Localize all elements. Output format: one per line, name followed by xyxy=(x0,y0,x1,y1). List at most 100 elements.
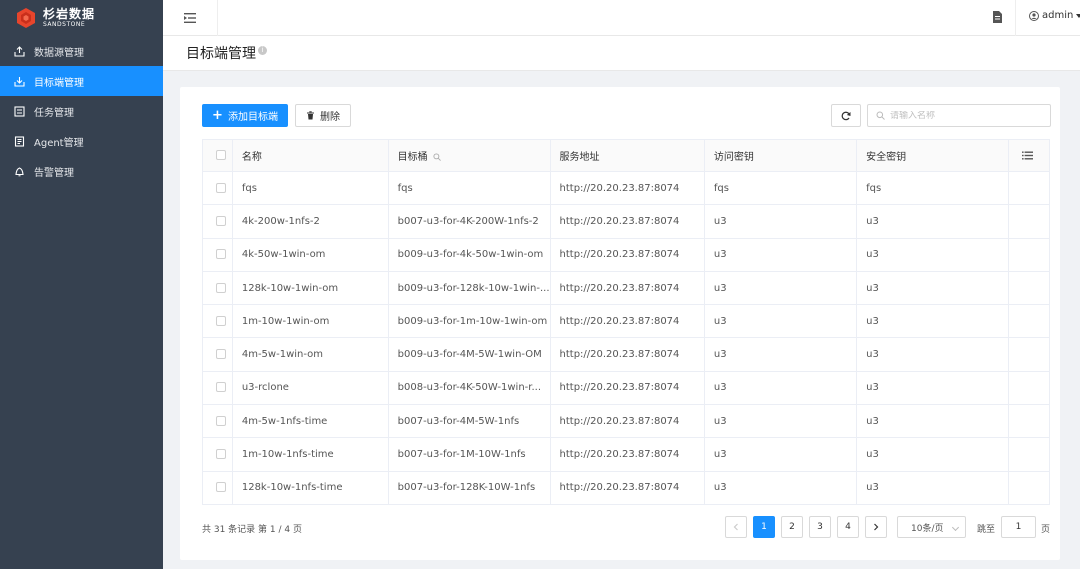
page-button-1[interactable]: 1 xyxy=(753,516,775,538)
cell-bucket: b007-u3-for-1M-10W-1nfs xyxy=(388,437,551,472)
sidebar-item-3[interactable]: Agent管理 xyxy=(0,126,163,156)
column-header-bucket: 目标桶 xyxy=(388,139,551,172)
cell-address: http://20.20.23.87:8074 xyxy=(550,304,705,339)
cell-address: http://20.20.23.87:8074 xyxy=(550,404,705,439)
row-checkbox[interactable] xyxy=(216,349,226,360)
chevron-left-icon xyxy=(733,523,738,531)
cell-actions xyxy=(1008,271,1050,306)
alarm-bell-icon xyxy=(14,166,25,177)
name-search-box[interactable] xyxy=(867,104,1051,127)
cell-name: u3-rclone xyxy=(232,371,389,406)
cell-address: http://20.20.23.87:8074 xyxy=(550,271,705,306)
row-checkbox[interactable] xyxy=(216,415,226,426)
menu-fold-icon[interactable] xyxy=(183,11,197,25)
brand-logo[interactable]: 杉岩数据 SANDSTONE xyxy=(0,0,163,36)
page-button-3[interactable]: 3 xyxy=(809,516,831,538)
page-size-select[interactable]: 10条/页 xyxy=(897,516,966,538)
agent-document-icon xyxy=(14,135,25,147)
cell-name: fqs xyxy=(232,171,389,206)
table-row[interactable]: fqs fqs http://20.20.23.87:8074 fqs fqs xyxy=(202,171,1050,206)
row-checkbox[interactable] xyxy=(216,382,226,393)
row-checkbox[interactable] xyxy=(216,249,226,260)
top-header: admin xyxy=(163,0,1080,36)
cell-secret-key: u3 xyxy=(856,271,1010,306)
cell-access-key: fqs xyxy=(704,171,858,206)
header-divider xyxy=(1015,0,1016,36)
cell-name: 4m-5w-1win-om xyxy=(232,337,389,372)
table-row[interactable]: 4k-50w-1win-om b009-u3-for-4k-50w-1win-om… xyxy=(202,238,1050,272)
add-target-label: 添加目标端 xyxy=(227,112,278,123)
cell-bucket: b009-u3-for-1m-10w-1win-om xyxy=(388,304,551,339)
sidebar-item-4[interactable]: 告警管理 xyxy=(0,156,163,186)
cell-actions xyxy=(1008,238,1050,272)
table-row[interactable]: 4m-5w-1nfs-time b007-u3-for-4M-5W-1nfs htt… xyxy=(202,404,1050,439)
user-menu[interactable]: admin xyxy=(1029,10,1080,21)
table-row[interactable]: 4k-200w-1nfs-2 b007-u3-for-4K-200W-1nfs-2… xyxy=(202,204,1050,239)
cell-address: http://20.20.23.87:8074 xyxy=(550,471,705,505)
search-icon xyxy=(876,111,885,120)
cell-secret-key: u3 xyxy=(856,337,1010,372)
column-settings-icon[interactable] xyxy=(1022,151,1034,160)
table-row[interactable]: 4m-5w-1win-om b009-u3-for-4M-5W-1win-OM ht… xyxy=(202,337,1050,372)
prev-page-button[interactable] xyxy=(725,516,747,538)
sidebar-item-2[interactable]: 任务管理 xyxy=(0,96,163,126)
jump-page-input[interactable] xyxy=(1001,516,1036,538)
row-checkbox[interactable] xyxy=(216,282,226,293)
cell-access-key: u3 xyxy=(704,404,858,439)
cell-name: 4m-5w-1nfs-time xyxy=(232,404,389,439)
chevron-down-icon xyxy=(951,523,960,532)
select-all-checkbox[interactable] xyxy=(216,150,226,160)
table-row[interactable]: u3-rclone b008-u3-for-4K-50W-1win-r... htt… xyxy=(202,371,1050,406)
page-button-4[interactable]: 4 xyxy=(837,516,859,538)
sidebar-item-label: 告警管理 xyxy=(34,167,74,179)
cell-bucket: fqs xyxy=(388,171,551,206)
cell-address: http://20.20.23.87:8074 xyxy=(550,337,705,372)
sidebar: 杉岩数据 SANDSTONE 数据源管理目标端管理 任务管理 Agent管理 告警管理 xyxy=(0,0,163,569)
row-checkbox[interactable] xyxy=(216,215,226,226)
cell-actions xyxy=(1008,337,1050,372)
sidebar-item-label: Agent管理 xyxy=(34,137,84,149)
row-checkbox[interactable] xyxy=(216,182,226,193)
sidebar-item-1[interactable]: 目标端管理 xyxy=(0,66,163,96)
chevron-right-icon xyxy=(874,523,879,531)
sidebar-item-label: 数据源管理 xyxy=(34,47,84,59)
filter-search-icon[interactable] xyxy=(433,153,441,161)
cell-access-key: u3 xyxy=(704,371,858,406)
cell-name: 4k-50w-1win-om xyxy=(232,238,389,272)
cell-address: http://20.20.23.87:8074 xyxy=(550,238,705,272)
download-tray-icon xyxy=(14,76,25,87)
sidebar-item-0[interactable]: 数据源管理 xyxy=(0,36,163,66)
table-row[interactable]: 1m-10w-1nfs-time b007-u3-for-1M-10W-1nfs h… xyxy=(202,437,1050,472)
cell-secret-key: u3 xyxy=(856,437,1010,472)
cell-actions xyxy=(1008,471,1050,505)
cell-access-key: u3 xyxy=(704,437,858,472)
cell-secret-key: u3 xyxy=(856,471,1010,505)
table-row[interactable]: 128k-10w-1win-om b009-u3-for-128k-10w-1wi… xyxy=(202,271,1050,306)
document-icon[interactable] xyxy=(991,10,1003,24)
refresh-button[interactable] xyxy=(831,104,861,127)
upload-tray-icon xyxy=(14,45,25,57)
page-title-bar: 目标端管理 i xyxy=(163,36,1080,71)
user-icon xyxy=(1029,10,1039,21)
cell-access-key: u3 xyxy=(704,238,858,272)
chevron-down-icon xyxy=(1076,13,1080,18)
cell-bucket: b007-u3-for-128K-10W-1nfs xyxy=(388,471,551,505)
add-target-button[interactable]: + 添加目标端 xyxy=(202,104,288,127)
cell-access-key: u3 xyxy=(704,304,858,339)
trash-icon xyxy=(307,111,314,120)
row-checkbox[interactable] xyxy=(216,482,226,493)
table-row[interactable]: 128k-10w-1nfs-time b007-u3-for-128K-10W-1… xyxy=(202,471,1050,505)
header-divider xyxy=(217,0,218,36)
table-row[interactable]: 1m-10w-1win-om b009-u3-for-1m-10w-1win-om… xyxy=(202,304,1050,339)
next-page-button[interactable] xyxy=(865,516,887,538)
row-checkbox[interactable] xyxy=(216,315,226,326)
column-header-address: 服务地址 xyxy=(550,139,705,172)
delete-button[interactable]: 删除 xyxy=(295,104,351,127)
cell-access-key: u3 xyxy=(704,471,858,505)
row-checkbox[interactable] xyxy=(216,449,226,460)
brand-name-en: SANDSTONE xyxy=(43,21,86,28)
info-icon[interactable]: i xyxy=(258,46,267,55)
page-button-2[interactable]: 2 xyxy=(781,516,803,538)
search-input[interactable] xyxy=(890,110,1040,121)
cell-bucket: b009-u3-for-128k-10w-1win-... xyxy=(388,271,551,306)
